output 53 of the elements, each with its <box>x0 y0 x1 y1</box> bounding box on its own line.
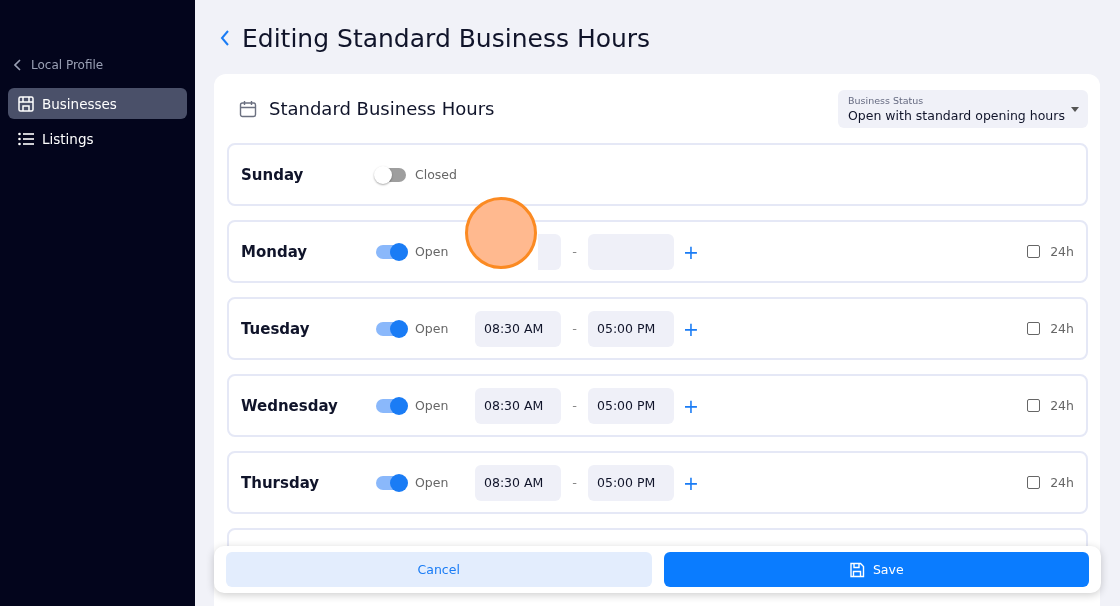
add-button[interactable]: + <box>683 317 699 340</box>
status-label: Open <box>415 321 450 336</box>
start-time-field[interactable]: 08:30 AM <box>475 464 561 501</box>
end-time-field[interactable]: 05:00 PM <box>588 464 674 501</box>
open-toggle[interactable] <box>376 321 406 336</box>
add-button[interactable]: + <box>683 394 699 417</box>
separator: - <box>571 475 578 490</box>
day-label: Monday <box>241 242 309 261</box>
store-icon <box>18 95 34 112</box>
business-status-dropdown[interactable]: Business Status Open with standard opening hours <box>838 89 1088 128</box>
day-label: Sunday <box>241 165 305 184</box>
checkbox[interactable] <box>1027 476 1041 489</box>
sidebar-item[interactable]: Businesses <box>8 88 187 119</box>
back-link[interactable]: Local Profile <box>31 58 104 72</box>
cancel-button[interactable]: Cancel <box>226 552 652 587</box>
checkbox[interactable] <box>1027 322 1041 335</box>
open-toggle[interactable] <box>376 398 406 413</box>
card-title: Standard Business Hours <box>269 98 496 119</box>
status-label: Open <box>415 244 450 259</box>
status-label: Closed <box>415 167 458 182</box>
open-toggle[interactable] <box>376 475 406 490</box>
status-label: Open <box>415 475 450 490</box>
end-time-field[interactable]: 05:00 PM <box>588 310 674 347</box>
add-button[interactable]: + <box>683 471 699 494</box>
start-time-field[interactable] <box>538 233 561 270</box>
all-day-label: 24h <box>1050 244 1074 259</box>
all-day-label: 24h <box>1050 398 1074 413</box>
separator: - <box>571 321 578 336</box>
all-day-label: 24h <box>1050 475 1074 490</box>
day-label: Thursday <box>241 473 321 492</box>
open-toggle[interactable] <box>376 167 406 182</box>
status-label: Open <box>415 398 450 413</box>
page-title: Editing Standard Business Hours <box>242 23 651 53</box>
chevron-left-icon[interactable] <box>14 59 21 71</box>
separator: - <box>571 398 578 413</box>
back-icon[interactable] <box>220 30 230 46</box>
end-time-field[interactable]: 05:00 PM <box>588 387 674 424</box>
checkbox[interactable] <box>1027 399 1041 412</box>
save-button[interactable]: Save <box>663 552 1089 587</box>
save-icon <box>848 561 865 578</box>
checkbox[interactable] <box>1027 245 1041 258</box>
caret-icon <box>1071 106 1079 112</box>
list-icon <box>18 131 34 146</box>
start-time-field[interactable]: 08:30 AM <box>475 387 561 424</box>
calendar-icon <box>239 99 257 118</box>
separator: - <box>571 244 578 259</box>
day-label: Tuesday <box>241 319 311 338</box>
start-time-field[interactable]: 08:30 AM <box>475 310 561 347</box>
add-button[interactable]: + <box>683 240 699 263</box>
all-day-label: 24h <box>1050 321 1074 336</box>
day-label: Wednesday <box>241 396 339 415</box>
sidebar-item[interactable]: Listings <box>8 123 187 154</box>
open-toggle[interactable] <box>376 244 406 259</box>
